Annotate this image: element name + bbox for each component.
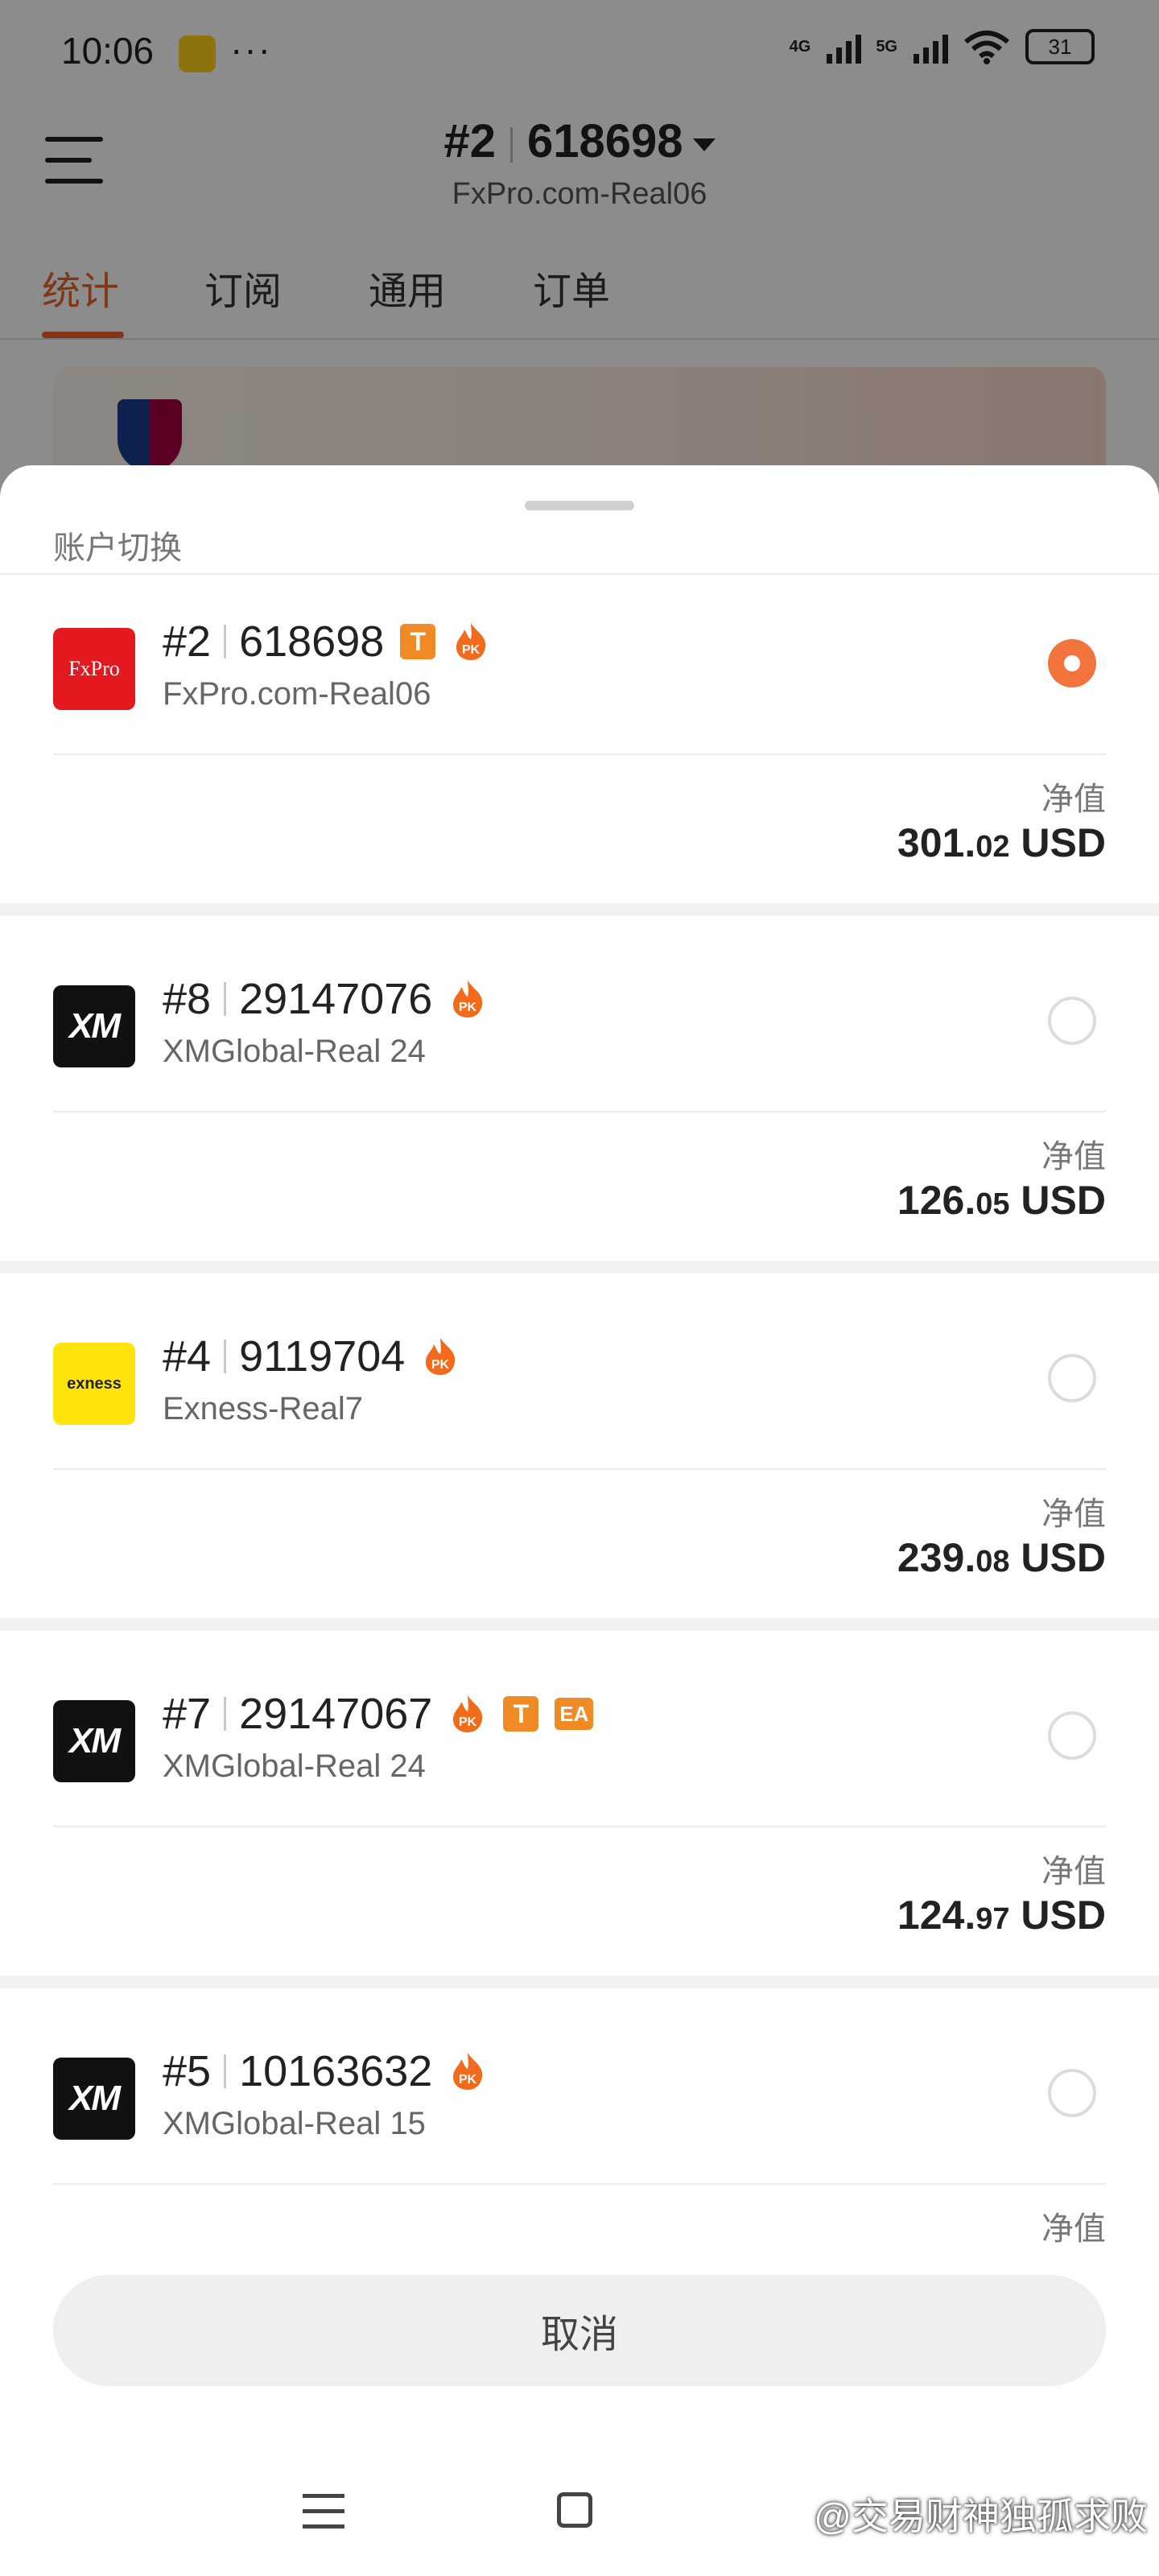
xm-logo-icon: XM bbox=[53, 985, 135, 1067]
net-value-label: 净值 bbox=[1041, 2211, 1106, 2247]
account-id: 10163632 bbox=[239, 2047, 433, 2095]
divider bbox=[53, 1826, 1106, 1827]
account-id: 29147076 bbox=[239, 975, 433, 1023]
account-item[interactable]: exness #4 9119704 PK Exness-Real7 净值 239.… bbox=[0, 1290, 1159, 1631]
account-id: 618698 bbox=[239, 617, 385, 666]
svg-text:PK: PK bbox=[459, 1001, 477, 1014]
drag-handle[interactable] bbox=[525, 501, 634, 510]
account-title: #8 29147076 PK bbox=[163, 974, 487, 1024]
account-radio-selected[interactable] bbox=[1048, 639, 1096, 687]
net-value-label: 净值 bbox=[1041, 1496, 1106, 1532]
divider bbox=[53, 753, 1106, 755]
account-server: XMGlobal-Real 24 bbox=[163, 1034, 426, 1069]
account-radio[interactable] bbox=[1048, 997, 1096, 1045]
svg-text:PK: PK bbox=[431, 1358, 450, 1372]
account-item[interactable]: FxPro #2 618698 T PK FxPro.com-Real06 净值 … bbox=[0, 575, 1159, 916]
divider bbox=[53, 1468, 1106, 1470]
account-switch-sheet: 账户切换 FxPro #2 618698 T PK FxPro.com-Real0… bbox=[0, 465, 1159, 2576]
net-value: 301.02 USD bbox=[897, 820, 1106, 865]
account-server: FxPro.com-Real06 bbox=[163, 676, 431, 712]
t-badge-icon: T bbox=[400, 624, 436, 659]
net-value-label: 净值 bbox=[1041, 782, 1106, 817]
recent-apps-icon[interactable] bbox=[303, 2494, 344, 2529]
account-id: 9119704 bbox=[239, 1332, 406, 1381]
section-gap bbox=[0, 1618, 1159, 1631]
account-number: #5 bbox=[163, 2047, 212, 2095]
divider bbox=[53, 2183, 1106, 2185]
pk-fire-badge-icon: PK bbox=[421, 1336, 460, 1377]
account-item[interactable]: XM #7 29147067 PK T EA XMGlobal-Real 24 净… bbox=[0, 1647, 1159, 1988]
net-value: 126.05 USD bbox=[897, 1178, 1106, 1223]
section-gap bbox=[0, 1261, 1159, 1274]
xm-logo-icon: XM bbox=[53, 1700, 135, 1782]
account-item[interactable]: XM #8 29147076 PK XMGlobal-Real 24 净值 126… bbox=[0, 932, 1159, 1274]
account-radio[interactable] bbox=[1048, 2069, 1096, 2117]
watermark: @交易财神独孤求败 bbox=[814, 2496, 1148, 2537]
account-number: #8 bbox=[163, 975, 212, 1023]
ea-badge-icon: EA bbox=[555, 1698, 594, 1730]
account-server: XMGlobal-Real 15 bbox=[163, 2106, 426, 2141]
exness-logo-icon: exness bbox=[53, 1343, 135, 1425]
svg-text:PK: PK bbox=[459, 1715, 477, 1729]
account-radio[interactable] bbox=[1048, 1354, 1096, 1402]
svg-text:PK: PK bbox=[459, 2073, 477, 2087]
net-value: 239.08 USD bbox=[897, 1535, 1106, 1580]
account-id: 29147067 bbox=[239, 1690, 433, 1738]
pk-fire-badge-icon: PK bbox=[448, 1694, 487, 1734]
pk-fire-badge-icon: PK bbox=[452, 621, 490, 662]
t-badge-icon: T bbox=[503, 1696, 539, 1732]
account-title: #4 9119704 PK bbox=[163, 1331, 460, 1381]
divider bbox=[53, 1111, 1106, 1113]
account-radio[interactable] bbox=[1048, 1711, 1096, 1760]
account-title: #5 10163632 PK bbox=[163, 2046, 487, 2096]
account-server: XMGlobal-Real 24 bbox=[163, 1748, 426, 1784]
account-number: #2 bbox=[163, 617, 212, 666]
xm-logo-icon: XM bbox=[53, 2058, 135, 2140]
pk-fire-badge-icon: PK bbox=[448, 2051, 487, 2091]
account-server: Exness-Real7 bbox=[163, 1391, 364, 1426]
sheet-title: 账户切换 bbox=[53, 530, 182, 566]
fxpro-logo-icon: FxPro bbox=[53, 628, 135, 710]
pk-fire-badge-icon: PK bbox=[448, 979, 487, 1019]
account-title: #2 618698 T PK bbox=[163, 617, 490, 667]
svg-text:PK: PK bbox=[462, 643, 481, 657]
cancel-button[interactable]: 取消 bbox=[53, 2275, 1106, 2386]
net-value-label: 净值 bbox=[1041, 1854, 1106, 1889]
section-gap bbox=[0, 1975, 1159, 1988]
net-value-label: 净值 bbox=[1041, 1139, 1106, 1174]
home-icon[interactable] bbox=[557, 2492, 592, 2528]
net-value: 124.97 USD bbox=[897, 1893, 1106, 1938]
system-nav-bar: @交易财神独孤求败 bbox=[0, 2463, 1159, 2576]
account-number: #4 bbox=[163, 1332, 212, 1381]
account-number: #7 bbox=[163, 1690, 212, 1738]
section-gap bbox=[0, 903, 1159, 916]
account-title: #7 29147067 PK T EA bbox=[163, 1689, 594, 1739]
